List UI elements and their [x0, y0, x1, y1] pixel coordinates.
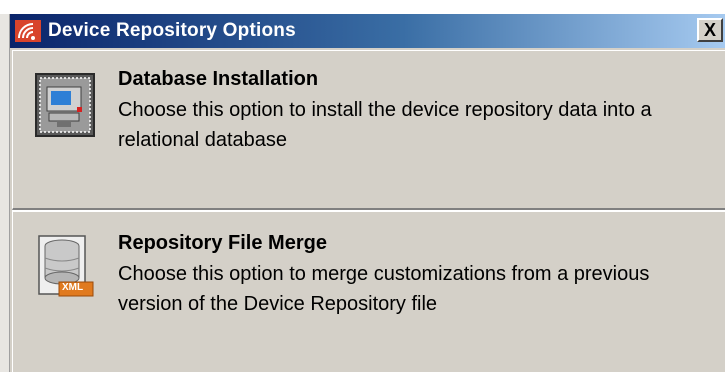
close-icon: X — [703, 20, 716, 40]
title-bar[interactable]: Device Repository Options X — [10, 14, 725, 48]
option-title: Database Installation — [118, 68, 319, 90]
dialog-title: Device Repository Options — [48, 20, 296, 41]
option-description: Choose this option to merge customizatio… — [118, 263, 650, 315]
option-repository-file-merge[interactable]: XML Repository File Merge Choose this op… — [12, 210, 725, 372]
option-description: Choose this option to install the device… — [118, 99, 652, 151]
xml-badge-label: XML — [62, 282, 84, 293]
close-button[interactable]: X — [697, 18, 723, 42]
device-repository-options-dialog: Device Repository Options X Database Ins… — [0, 0, 725, 372]
top-strip — [0, 0, 725, 14]
app-signal-icon — [14, 17, 42, 45]
xml-file-merge-icon: XML — [35, 234, 95, 298]
left-edge — [0, 14, 10, 372]
option-database-installation[interactable]: Database Installation Choose this option… — [12, 50, 725, 210]
option-title: Repository File Merge — [118, 232, 327, 254]
database-installation-icon — [35, 73, 95, 137]
